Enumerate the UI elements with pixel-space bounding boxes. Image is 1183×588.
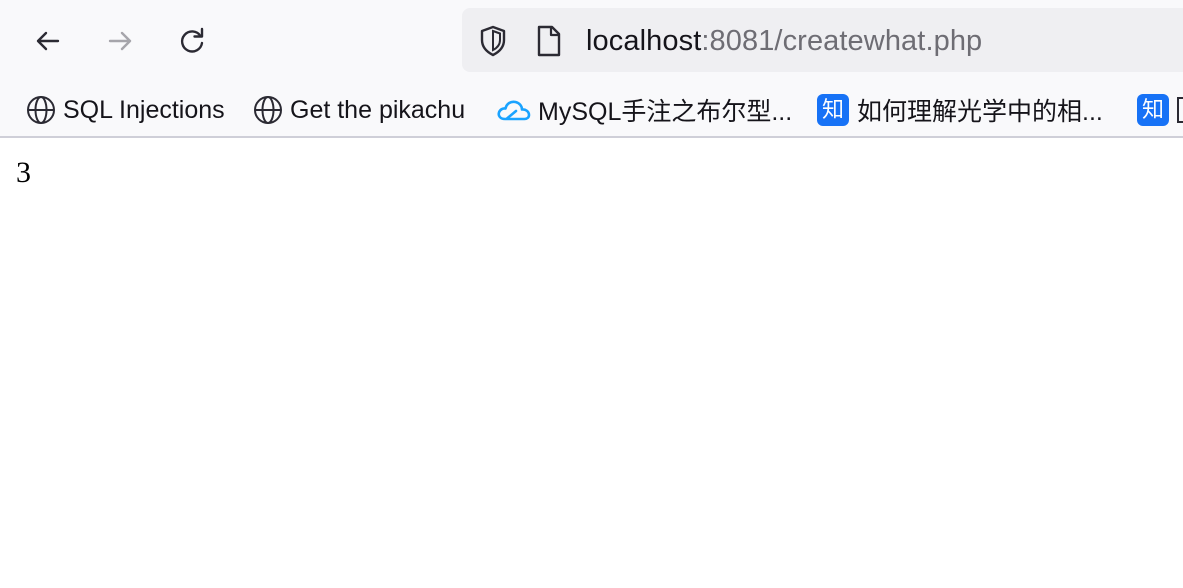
globe-icon (254, 96, 282, 124)
url-text[interactable]: localhost:8081/createwhat.php (586, 22, 982, 60)
bookmark-label: SQL Injections (63, 95, 225, 124)
bookmark-label-partial (1177, 97, 1183, 123)
arrow-right-icon (108, 31, 132, 51)
reload-icon (180, 27, 204, 53)
globe-icon (27, 96, 55, 124)
back-button[interactable] (27, 20, 69, 62)
bookmark-zhihu-optics[interactable]: 知 如何理解光学中的相... (817, 92, 1103, 128)
bookmarks-toolbar: SQL Injections Get the pikachu MySQL手注之布… (0, 84, 1183, 138)
url-bar[interactable]: localhost:8081/createwhat.php (462, 8, 1183, 72)
reload-button[interactable] (171, 20, 213, 62)
bookmark-label: 如何理解光学中的相... (857, 98, 1103, 126)
bookmark-sql-injections[interactable]: SQL Injections (25, 92, 225, 128)
bookmark-get-the-pikachu[interactable]: Get the pikachu (252, 92, 465, 128)
arrow-left-icon (36, 31, 60, 51)
url-path: :8081/createwhat.php (701, 25, 983, 57)
browser-toolbar: localhost:8081/createwhat.php (0, 0, 1183, 84)
bookmark-label: MySQL手注之布尔型... (538, 98, 793, 126)
cloud-icon (497, 100, 531, 121)
page-body-text: 3 (16, 156, 31, 189)
page-icon[interactable] (534, 24, 564, 58)
bookmark-zhihu-2[interactable]: 知 (1137, 92, 1183, 128)
zhihu-icon: 知 (1137, 94, 1169, 126)
shield-icon[interactable] (476, 24, 510, 58)
zhihu-icon: 知 (817, 94, 849, 126)
forward-button[interactable] (99, 20, 141, 62)
url-host: localhost (586, 25, 702, 57)
bookmark-label: Get the pikachu (290, 95, 466, 124)
bookmark-mysql[interactable]: MySQL手注之布尔型... (496, 92, 792, 128)
